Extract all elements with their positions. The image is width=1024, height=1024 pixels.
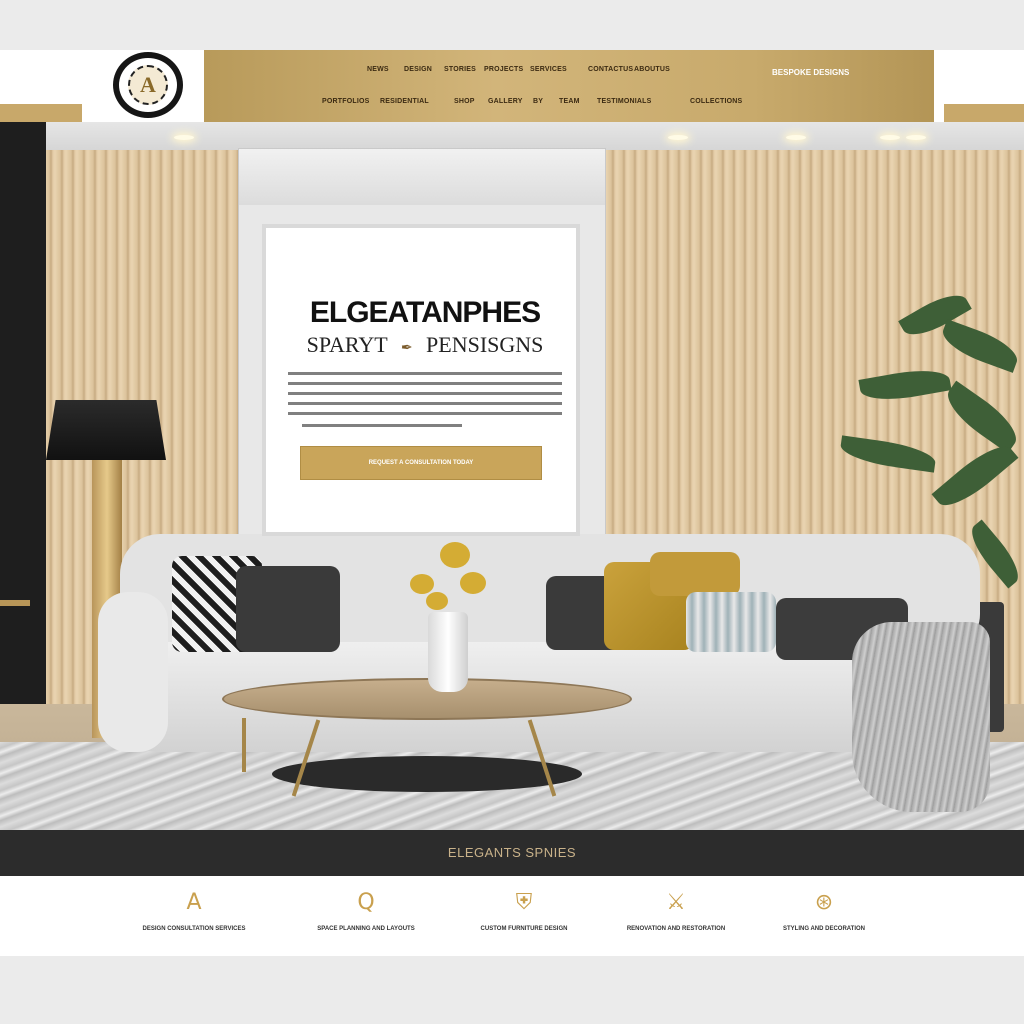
sofa-arm [98,592,168,752]
ceiling-light [668,135,688,140]
feature-item[interactable]: Q SPACE PLANNING AND LAYOUTS [296,890,436,932]
header-cta-link[interactable]: BESPOKE DESIGNS [772,68,849,77]
hero-subline: SPARYT ✒ PENSISGNS [290,332,560,358]
hero-panel: ELGEATANPHES SPARYT ✒ PENSISGNS REQUEST … [262,224,580,536]
window-valance [239,149,605,205]
crossed-tools-icon: ⚔ [666,890,686,915]
feature-label: STYLING AND DECORATION [783,926,865,932]
nav-item[interactable]: RESIDENTIAL [380,98,429,105]
flower [440,542,470,568]
feature-item[interactable]: ⚔ RENOVATION AND RESTORATION [606,890,746,932]
hero-subline-right: PENSISGNS [426,332,544,357]
ceiling-light [880,135,900,140]
hero-headline: ELGEATANPHES [309,296,541,329]
nav-item[interactable]: GALLERY [488,98,523,105]
floor-lamp-shade [46,400,166,460]
section-title: ELEGANTS SPNIES [447,845,577,860]
feature-item[interactable]: ⛨ CUSTOM FURNITURE DESIGN [454,890,594,932]
nav-item[interactable]: TESTIMONIALS [597,98,652,105]
ceiling-light [174,135,194,140]
coffee-table-top [222,678,632,720]
body-text-line [288,402,562,405]
vase [428,612,468,692]
header-ledge-right [944,104,1024,122]
wall-shelf [0,600,30,606]
page: A NEWS DESIGN STORIES PROJECTS SERVICES … [0,0,1024,1024]
nav-item[interactable]: PROJECTS [484,66,523,73]
logo[interactable]: A [113,52,183,118]
dark-wall-panel [0,122,46,722]
feature-label: SPACE PLANNING AND LAYOUTS [317,926,415,932]
nav-item[interactable]: BY [533,98,543,105]
flower [460,572,486,594]
features-row: A DESIGN CONSULTATION SERVICES Q SPACE P… [0,876,1024,956]
hero-subline-left: SPARYT [306,332,388,357]
flower [426,592,448,610]
nav-item[interactable]: SERVICES [530,66,567,73]
letter-a-icon: A [186,890,202,915]
nav-item[interactable]: COLLECTIONS [690,98,742,105]
feature-item[interactable]: A DESIGN CONSULTATION SERVICES [124,890,264,932]
body-text-line [288,382,562,385]
feature-label: DESIGN CONSULTATION SERVICES [142,926,246,932]
nav-item[interactable]: NEWS [367,66,389,73]
pillow-gold [650,552,740,596]
shield-icon: ⛨ [515,890,533,915]
compass-icon: ⊛ [814,890,834,915]
body-text-line [288,372,562,375]
nav-item[interactable]: DESIGN [404,66,432,73]
magnifier-icon: Q [357,890,375,915]
page-footer-space [0,956,1024,1024]
coffee-table-base [272,756,582,792]
nav-item[interactable]: ABOUTUS [634,66,670,73]
pillow-patterned [686,592,776,652]
header-ledge-left [0,104,82,122]
nav-item[interactable]: TEAM [559,98,580,105]
feature-label: RENOVATION AND RESTORATION [626,926,726,932]
nav-item[interactable]: SHOP [454,98,475,105]
header-nav-bar [204,50,934,122]
body-text-line [288,392,562,395]
ceiling [0,122,1024,150]
pen-icon: ✒ [400,341,413,356]
feature-label: CUSTOM FURNITURE DESIGN [480,926,568,932]
body-text-line [302,424,462,427]
feature-item[interactable]: ⊛ STYLING AND DECORATION [754,890,894,932]
hero-cta-button[interactable]: REQUEST A CONSULTATION TODAY [300,446,542,480]
fur-throw [852,622,990,812]
nav-item[interactable]: STORIES [444,66,476,73]
hero-room-scene: ELGEATANPHES SPARYT ✒ PENSISGNS REQUEST … [0,122,1024,830]
pillow-dark [236,566,340,652]
nav-item[interactable]: CONTACTUS [588,66,633,73]
nav-item[interactable]: PORTFOLIOS [322,98,370,105]
flower [410,574,434,594]
logo-letter: A [128,65,168,105]
coffee-table-leg [242,718,246,772]
ceiling-light [786,135,806,140]
body-text-line [288,412,562,415]
ceiling-light [906,135,926,140]
